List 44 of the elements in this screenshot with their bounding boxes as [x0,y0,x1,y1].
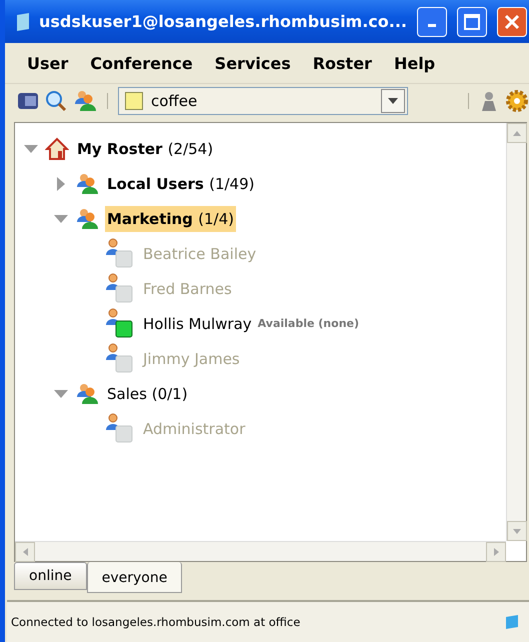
maximize-button[interactable] [457,6,487,36]
minimize-button[interactable] [417,6,447,36]
close-icon [504,14,520,30]
close-button[interactable] [497,6,527,36]
person-icon[interactable] [479,90,499,112]
scroll-left-button[interactable] [15,542,35,562]
house-icon [45,136,69,160]
scroll-down-button[interactable] [507,521,527,541]
collapse-arrow-icon[interactable] [24,144,38,152]
contact-status: Available (none) [258,317,360,330]
down-arrow-icon [513,528,521,534]
collapse-arrow-icon[interactable] [54,214,68,222]
minimize-icon [428,24,436,27]
status-dropdown[interactable]: coffee [118,87,408,115]
menu-item[interactable]: Conference [80,54,203,72]
search-icon[interactable] [45,90,67,112]
caret-icon [388,98,398,104]
group-label[interactable]: Sales (0/1) [105,380,190,406]
status-text: Connected to losangeles.rhombusim.com at office [11,615,300,629]
group-icon [75,172,99,196]
group-label[interactable]: Marketing (1/4) [105,206,236,232]
group-label[interactable]: Local Users (1/49) [105,170,256,196]
contact-name[interactable]: Hollis Mulwray [143,314,252,332]
left-arrow-icon [22,548,28,556]
scroll-right-button[interactable] [486,542,506,562]
group-icon [75,382,99,406]
tab[interactable]: online [14,562,87,590]
menu-item[interactable]: User [17,54,78,72]
expand-arrow-icon[interactable] [57,176,65,190]
scroll-up-button[interactable] [507,123,527,143]
menu-item[interactable]: Services [204,54,301,72]
up-arrow-icon [513,130,521,136]
collapse-arrow-icon[interactable] [54,390,68,398]
gear-icon[interactable] [505,89,529,113]
right-arrow-icon [494,548,498,556]
maximize-icon [464,14,480,30]
menu-item[interactable]: Roster [302,54,382,72]
group-icon [75,206,99,230]
app-icon [15,12,31,30]
window-title: usdskuser1@losangeles.rhombusim.co... [39,12,408,31]
menu-item[interactable]: Help [384,54,446,72]
tab[interactable]: everyone [86,562,182,593]
people-icon [73,89,97,113]
group-label[interactable]: My Roster (2/54) [75,136,216,162]
